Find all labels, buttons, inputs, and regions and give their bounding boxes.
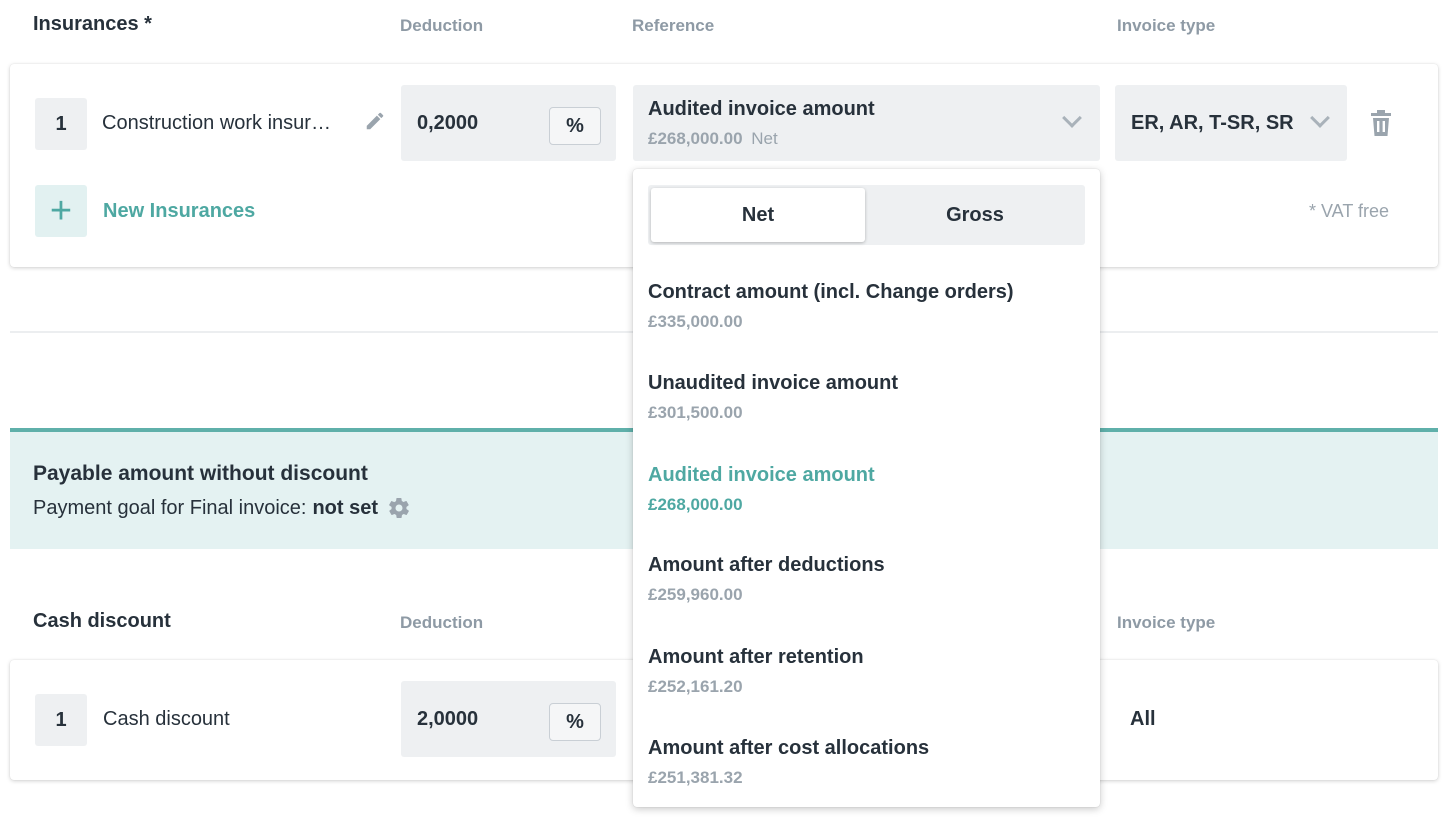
- insurances-title: Insurances *: [33, 13, 152, 35]
- reference-column-header: Reference: [632, 16, 715, 35]
- net-gross-toggle: Net Gross: [648, 185, 1085, 245]
- invoice-type-select[interactable]: ER, AR, T-SR, SR: [1115, 85, 1347, 161]
- trash-icon[interactable]: [1369, 110, 1393, 141]
- invoice-type-value: ER, AR, T-SR, SR: [1131, 112, 1294, 134]
- reference-dropdown: Net Gross Contract amount (incl. Change …: [633, 169, 1100, 807]
- vat-free-note: * VAT free: [1309, 201, 1390, 221]
- invoice-type-column-header: Invoice type: [1117, 16, 1216, 35]
- reference-option-after-cost-allocations[interactable]: Amount after cost allocations £251,381.3…: [648, 737, 1088, 788]
- pencil-icon[interactable]: [364, 110, 386, 137]
- option-label: Unaudited invoice amount: [648, 372, 899, 394]
- insurance-name[interactable]: Construction work insur…: [102, 112, 331, 135]
- deduction-value: 0,2000: [417, 112, 479, 134]
- payment-goal-label: Payment goal for Final invoice:: [33, 496, 307, 519]
- option-label: Amount after deductions: [648, 554, 885, 576]
- gear-icon[interactable]: [387, 496, 411, 520]
- cash-discount-title: Cash discount: [33, 610, 171, 632]
- gross-toggle-button[interactable]: Gross: [868, 188, 1082, 242]
- option-amount: £251,381.32: [648, 768, 743, 787]
- net-toggle-button[interactable]: Net: [651, 188, 865, 242]
- option-label: Contract amount (incl. Change orders): [648, 281, 1014, 303]
- reference-selected-label: Audited invoice amount: [648, 98, 875, 120]
- cash-deduction-field[interactable]: 2,0000 %: [401, 681, 616, 757]
- deduction-unit[interactable]: %: [549, 107, 601, 145]
- payment-goal-value: not set: [312, 496, 379, 519]
- deduction-column-header: Deduction: [400, 16, 484, 35]
- cash-deduction-column-header: Deduction: [400, 613, 484, 632]
- reference-option-unaudited-invoice[interactable]: Unaudited invoice amount £301,500.00: [648, 372, 1088, 423]
- reference-option-after-retention[interactable]: Amount after retention £252,161.20: [648, 646, 1088, 697]
- option-amount: £259,960.00: [648, 585, 743, 604]
- reference-option-audited-invoice[interactable]: Audited invoice amount £268,000.00: [648, 464, 1088, 515]
- plus-icon: +: [49, 190, 73, 232]
- add-insurance-button[interactable]: +: [35, 185, 87, 237]
- deduction-field[interactable]: 0,2000 %: [401, 85, 616, 161]
- cash-deduction-value: 2,0000: [417, 708, 479, 730]
- chevron-down-icon: [1062, 108, 1082, 128]
- option-amount: £301,500.00: [648, 403, 743, 422]
- option-label: Audited invoice amount: [648, 464, 875, 486]
- chevron-down-icon: [1310, 108, 1330, 128]
- reference-basis: Net: [751, 129, 778, 148]
- reference-select[interactable]: Audited invoice amount £268,000.00 Net: [633, 85, 1100, 161]
- cash-deduction-unit[interactable]: %: [549, 703, 601, 741]
- reference-selected-amount: £268,000.00: [648, 129, 743, 148]
- new-insurances-link[interactable]: New Insurances: [103, 200, 255, 223]
- option-label: Amount after cost allocations: [648, 737, 930, 759]
- payable-title: Payable amount without discount: [33, 462, 368, 485]
- option-amount: £335,000.00: [648, 312, 743, 331]
- option-amount: £268,000.00: [648, 495, 743, 514]
- reference-option-after-deductions[interactable]: Amount after deductions £259,960.00: [648, 554, 1088, 605]
- row-index-badge: 1: [35, 694, 87, 746]
- cash-invoice-type-column-header: Invoice type: [1117, 613, 1216, 632]
- cash-discount-name: Cash discount: [103, 708, 230, 730]
- row-index-badge: 1: [35, 98, 87, 150]
- payment-goal: Payment goal for Final invoice: not set: [33, 496, 411, 520]
- option-label: Amount after retention: [648, 646, 864, 668]
- option-amount: £252,161.20: [648, 677, 743, 696]
- cash-invoice-type-value: All: [1130, 708, 1156, 730]
- reference-option-contract-amount[interactable]: Contract amount (incl. Change orders) £3…: [648, 281, 1088, 332]
